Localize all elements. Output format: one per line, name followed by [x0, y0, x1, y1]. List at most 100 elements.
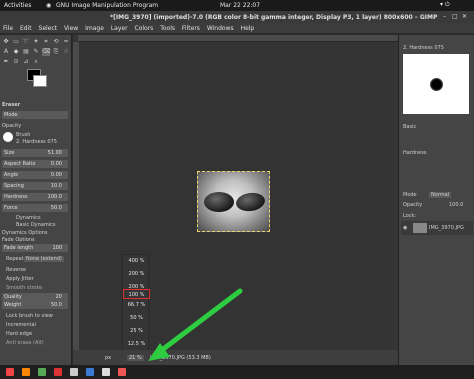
weight-label: Weight: [4, 302, 22, 308]
minimize-icon[interactable]: –: [443, 13, 446, 20]
eye-icon[interactable]: ◉: [403, 225, 407, 231]
lock-label: Lock:: [403, 213, 417, 219]
activities-button[interactable]: Activities: [4, 2, 31, 9]
layer-mode-select[interactable]: Normal: [429, 192, 452, 198]
hard-edge-checkbox[interactable]: Hard edge: [6, 331, 32, 337]
dynamics-options[interactable]: Dynamics Options: [2, 230, 48, 236]
menu-colors[interactable]: Colors: [135, 25, 154, 32]
weight-value: 50.0: [50, 302, 62, 308]
repeat-label: Repeat: [6, 256, 24, 262]
force-slider[interactable]: Force 50.0: [2, 204, 68, 212]
smooth-stroke-checkbox[interactable]: Smooth stroke: [6, 285, 42, 291]
zoom-option-400[interactable]: 400 %: [123, 256, 150, 266]
aspect-ratio-slider[interactable]: Aspect Ratio 0.00: [2, 160, 68, 168]
menu-help[interactable]: Help: [241, 25, 255, 32]
quality-slider[interactable]: Quality 20: [2, 293, 68, 301]
lock-brush-checkbox[interactable]: Lock brush to view: [6, 313, 53, 319]
clock[interactable]: Mar 22 22:07: [220, 2, 260, 9]
transform-icon[interactable]: ⟲: [52, 38, 60, 46]
path-icon[interactable]: ✒: [2, 58, 10, 66]
repeat-select[interactable]: None (extend): [24, 256, 64, 262]
text-tool-icon[interactable]: A: [2, 48, 10, 56]
black-stone-right: [234, 191, 267, 213]
spacing-label: Spacing: [4, 183, 24, 189]
canvas-image[interactable]: [197, 171, 270, 232]
zoom-tool-icon[interactable]: ⌕: [32, 58, 40, 66]
zoom-option-200[interactable]: 200 %: [123, 269, 150, 279]
mode-row[interactable]: Mode: [2, 111, 68, 119]
paintbrush-icon[interactable]: ✎: [32, 48, 40, 56]
gimp-app-icon: ◉: [46, 2, 52, 9]
maximize-icon[interactable]: □: [452, 13, 458, 20]
dynamics-value[interactable]: Basic Dynamics: [16, 222, 55, 228]
incremental-checkbox[interactable]: Incremental: [6, 322, 36, 328]
eraser-icon[interactable]: ⌫: [42, 48, 50, 56]
hardness-label-right: Hardness: [403, 150, 427, 156]
layer-row[interactable]: ◉ IMG_3970.JPG: [401, 221, 473, 235]
clone-icon[interactable]: ⎘: [52, 48, 60, 56]
background-color[interactable]: [33, 75, 47, 87]
menu-windows[interactable]: Windows: [207, 25, 234, 32]
anti-erase-checkbox[interactable]: Anti erase (Alt): [6, 340, 44, 346]
brush-panel-header: 2. Hardness 075: [403, 45, 444, 51]
spacing-slider[interactable]: Spacing 10.0: [2, 182, 68, 190]
unit-select[interactable]: px: [105, 355, 111, 361]
menu-image[interactable]: Image: [85, 25, 104, 32]
app-menu[interactable]: GNU Image Manipulation Program: [56, 2, 158, 9]
hardness-slider[interactable]: Hardness 100.0: [2, 193, 68, 201]
crop-icon[interactable]: ⌗: [42, 38, 50, 46]
horizontal-ruler[interactable]: [78, 35, 398, 42]
color-picker-icon[interactable]: ⊙: [12, 58, 20, 66]
menu-select[interactable]: Select: [39, 25, 58, 32]
brush-name[interactable]: 2. Hardness 075: [16, 139, 57, 145]
opacity-label-right: Opacity: [403, 202, 423, 208]
app-icon-2[interactable]: [22, 368, 30, 376]
apply-jitter-checkbox[interactable]: Apply Jitter: [6, 276, 34, 282]
fade-length-field[interactable]: Fade length 100: [2, 244, 68, 252]
gradient-icon[interactable]: ▤: [22, 48, 30, 56]
menu-layer[interactable]: Layer: [111, 25, 128, 32]
fade-options[interactable]: Fade Options: [2, 237, 35, 243]
size-label: Size: [4, 150, 15, 156]
angle-slider[interactable]: Angle 0.00: [2, 171, 68, 179]
reverse-checkbox[interactable]: Reverse: [6, 267, 26, 273]
arrow-shaft: [155, 288, 243, 356]
measure-icon[interactable]: ⊿: [22, 58, 30, 66]
basic-label: Basic: [403, 124, 417, 130]
opacity-value-right[interactable]: 100.0: [449, 202, 463, 208]
weight-slider[interactable]: Weight 50.0: [2, 301, 68, 309]
right-dock: 2. Hardness 075 Basic Hardness Mode Norm…: [398, 35, 474, 365]
move-tool-icon[interactable]: ✥: [2, 38, 10, 46]
menu-file[interactable]: File: [3, 25, 13, 32]
system-status-icons[interactable]: ▾ ⏻: [440, 1, 450, 9]
smudge-icon[interactable]: ☝: [62, 48, 70, 56]
taskbar: [0, 365, 474, 379]
size-slider[interactable]: Size 51.00: [2, 149, 68, 157]
brush-label: Brush: [16, 132, 31, 138]
app-icon-1[interactable]: [6, 368, 14, 376]
brush-preview-icon[interactable]: [3, 132, 13, 142]
warp-icon[interactable]: ≈: [62, 38, 70, 46]
bucket-icon[interactable]: ◆: [12, 48, 20, 56]
app-icon-3[interactable]: [38, 368, 46, 376]
menu-filters[interactable]: Filters: [182, 25, 200, 32]
brush-dot-icon: [430, 78, 443, 91]
app-icon-5[interactable]: [70, 368, 78, 376]
angle-value: 0.00: [50, 172, 62, 178]
dynamics-label: Dynamics: [16, 215, 41, 221]
rect-select-icon[interactable]: ▭: [12, 38, 20, 46]
menu-edit[interactable]: Edit: [20, 25, 32, 32]
window-title: *[IMG_3970] (imported)-7.0 (RGB color 8-…: [110, 14, 438, 21]
close-icon[interactable]: ✕: [462, 13, 467, 20]
toolbox-dock: ✥ ▭ ➰ ✦ ⌗ ⟲ ≈ A ◆ ▤ ✎ ⌫ ⎘ ☝ ✒ ⊙ ⊿ ⌕ Eras…: [0, 35, 72, 365]
app-icon-8[interactable]: [118, 368, 126, 376]
app-icon-6[interactable]: [86, 368, 94, 376]
menu-view[interactable]: View: [64, 25, 78, 32]
app-icon-4[interactable]: [54, 368, 62, 376]
app-icon-7[interactable]: [102, 368, 110, 376]
brush-preview[interactable]: [403, 54, 469, 114]
menu-tools[interactable]: Tools: [160, 25, 175, 32]
fuzzy-select-icon[interactable]: ✦: [32, 38, 40, 46]
lasso-icon[interactable]: ➰: [22, 38, 30, 46]
spacing-value: 10.0: [50, 183, 62, 189]
